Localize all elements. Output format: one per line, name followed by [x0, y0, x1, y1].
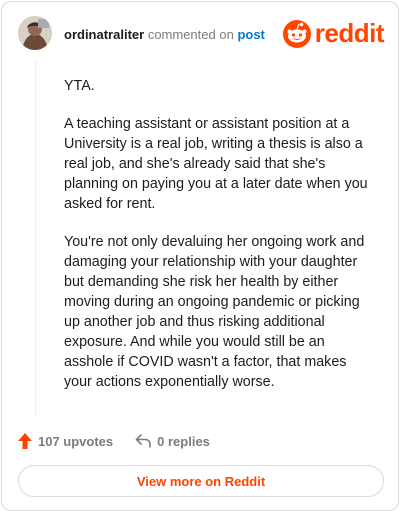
avatar[interactable]	[18, 16, 52, 50]
post-link[interactable]: post	[237, 27, 264, 42]
comment-paragraph: YTA.	[64, 78, 95, 94]
comment-header: ordinatraliter commented on post reddit	[16, 16, 385, 56]
thread-line	[35, 60, 36, 415]
upvote-arrow-icon	[18, 433, 32, 449]
comment-paragraph: You're not only devaluing her ongoing wo…	[64, 234, 365, 390]
action-text: commented on	[147, 27, 234, 42]
reddit-comment-embed: ordinatraliter commented on post reddit …	[1, 1, 399, 511]
upvote-count: 107 upvotes	[38, 433, 114, 449]
reply-arrow-icon	[135, 434, 151, 448]
replies-button[interactable]: 0 replies	[135, 434, 210, 449]
reddit-logo[interactable]: reddit	[282, 17, 385, 48]
username[interactable]: ordinatraliter	[64, 27, 144, 42]
reddit-logo-icon	[282, 20, 311, 48]
comment-body: YTA. A teaching assistant or assistant p…	[64, 76, 374, 410]
comment-meta: ordinatraliter commented on post	[64, 27, 265, 42]
upvote-button[interactable]: 107 upvotes	[18, 433, 113, 449]
comment-footer: 107 upvotes 0 replies	[18, 430, 210, 452]
view-more-button[interactable]: View more on Reddit	[18, 465, 384, 497]
reddit-wordmark: reddit	[314, 17, 385, 48]
comment-paragraph: A teaching assistant or assistant positi…	[64, 116, 368, 212]
replies-count: 0 replies	[157, 433, 210, 449]
